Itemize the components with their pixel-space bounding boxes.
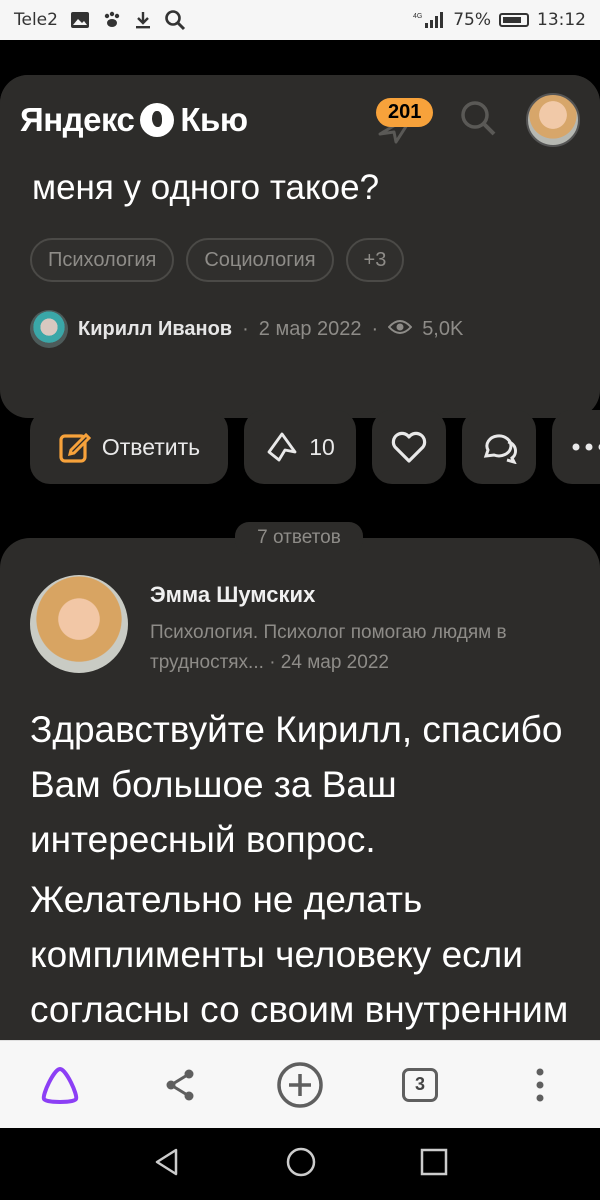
vertical-dots-icon	[536, 1068, 544, 1101]
app-header: Яндекс Кью 201	[0, 75, 600, 165]
comments-button[interactable]	[462, 410, 536, 484]
answer-author-name[interactable]: Эмма Шумских	[150, 582, 315, 608]
heart-icon	[391, 431, 427, 463]
question-tags: Психология Социология +3	[30, 238, 405, 282]
question-author[interactable]: Кирилл Иванов	[78, 318, 232, 341]
share-icon	[166, 1069, 194, 1100]
alice-button[interactable]	[25, 1050, 95, 1120]
like-button[interactable]	[372, 410, 446, 484]
answer-paragraph-2: Желательно не делать комплименты человек…	[30, 879, 569, 1030]
plus-circle-icon	[277, 1061, 323, 1108]
notification-badge: 201	[376, 98, 434, 127]
alice-icon	[41, 1066, 79, 1104]
edit-icon	[59, 432, 91, 463]
recents-button[interactable]	[420, 1148, 448, 1180]
logo-text-right: Кью	[180, 101, 248, 138]
download-icon	[134, 10, 152, 30]
clock: 13:12	[537, 10, 586, 30]
tag-more[interactable]: +3	[345, 238, 405, 282]
browser-menu-button[interactable]	[505, 1050, 575, 1120]
app-content: Яндекс Кью 201 меня у одного такое? Псих…	[0, 40, 600, 1040]
status-bar: Tele2 4G 75% 13:12	[0, 0, 600, 40]
new-tab-button[interactable]	[265, 1050, 335, 1120]
back-button[interactable]	[152, 1147, 182, 1181]
reply-label: Ответить	[101, 433, 201, 460]
logo-mark-icon	[140, 103, 175, 137]
home-circle-icon	[286, 1147, 316, 1177]
answer-meta-separator: ·	[269, 652, 281, 673]
back-triangle-icon	[155, 1148, 177, 1176]
battery-percent: 75%	[453, 10, 491, 30]
question-actions: Ответить 10	[30, 410, 600, 484]
answer-date: 24 мар 2022	[280, 652, 389, 673]
gallery-icon	[70, 11, 90, 29]
tag-sociology[interactable]: Социология	[186, 238, 334, 282]
tabs-count: 3	[402, 1067, 438, 1102]
view-count: 5,0K	[422, 317, 464, 340]
battery-icon	[499, 13, 529, 27]
upvote-button[interactable]: 10	[244, 410, 356, 484]
recents-square-icon	[421, 1148, 448, 1176]
header-search-icon[interactable]	[458, 98, 498, 142]
search-icon	[164, 9, 186, 31]
browser-toolbar: 3	[0, 1040, 600, 1128]
paw-icon	[102, 10, 122, 30]
more-button[interactable]	[552, 410, 600, 484]
answers-count: 7 ответов	[235, 522, 363, 554]
comments-icon	[483, 434, 517, 464]
answer-author-subtitle: Психология. Психолог помогаю людям в тру…	[150, 618, 570, 678]
answer-paragraph-1: Здравствуйте Кирилл, спасибо Вам большое…	[30, 709, 563, 860]
question-date: 2 мар 2022	[258, 317, 362, 340]
question-title: меня у одного такое?	[32, 168, 380, 207]
author-avatar[interactable]	[30, 310, 68, 348]
reply-button[interactable]: Ответить	[30, 410, 228, 484]
share-button[interactable]	[145, 1050, 215, 1120]
meta-separator: ·	[242, 317, 249, 340]
tabs-button[interactable]: 3	[385, 1050, 455, 1120]
home-button[interactable]	[285, 1146, 317, 1182]
yandex-q-logo[interactable]: Яндекс Кью	[20, 101, 248, 139]
answer-author-avatar[interactable]	[30, 575, 128, 673]
question-meta: Кирилл Иванов · 2 мар 2022 · 5,0K	[30, 310, 463, 348]
carrier-label: Tele2	[14, 10, 58, 30]
upvote-count: 10	[309, 433, 335, 460]
more-dots-icon	[572, 443, 600, 451]
network-label: 4G	[413, 13, 422, 20]
tag-psychology[interactable]: Психология	[30, 238, 175, 282]
eye-icon	[387, 318, 413, 341]
user-avatar[interactable]	[526, 93, 580, 147]
system-nav-bar	[0, 1128, 600, 1200]
signal-icon: 4G	[413, 11, 445, 29]
logo-text-left: Яндекс	[20, 101, 135, 138]
notifications-button[interactable]: 201	[374, 92, 434, 148]
meta-separator: ·	[371, 317, 379, 340]
upvote-plane-icon	[267, 432, 297, 462]
